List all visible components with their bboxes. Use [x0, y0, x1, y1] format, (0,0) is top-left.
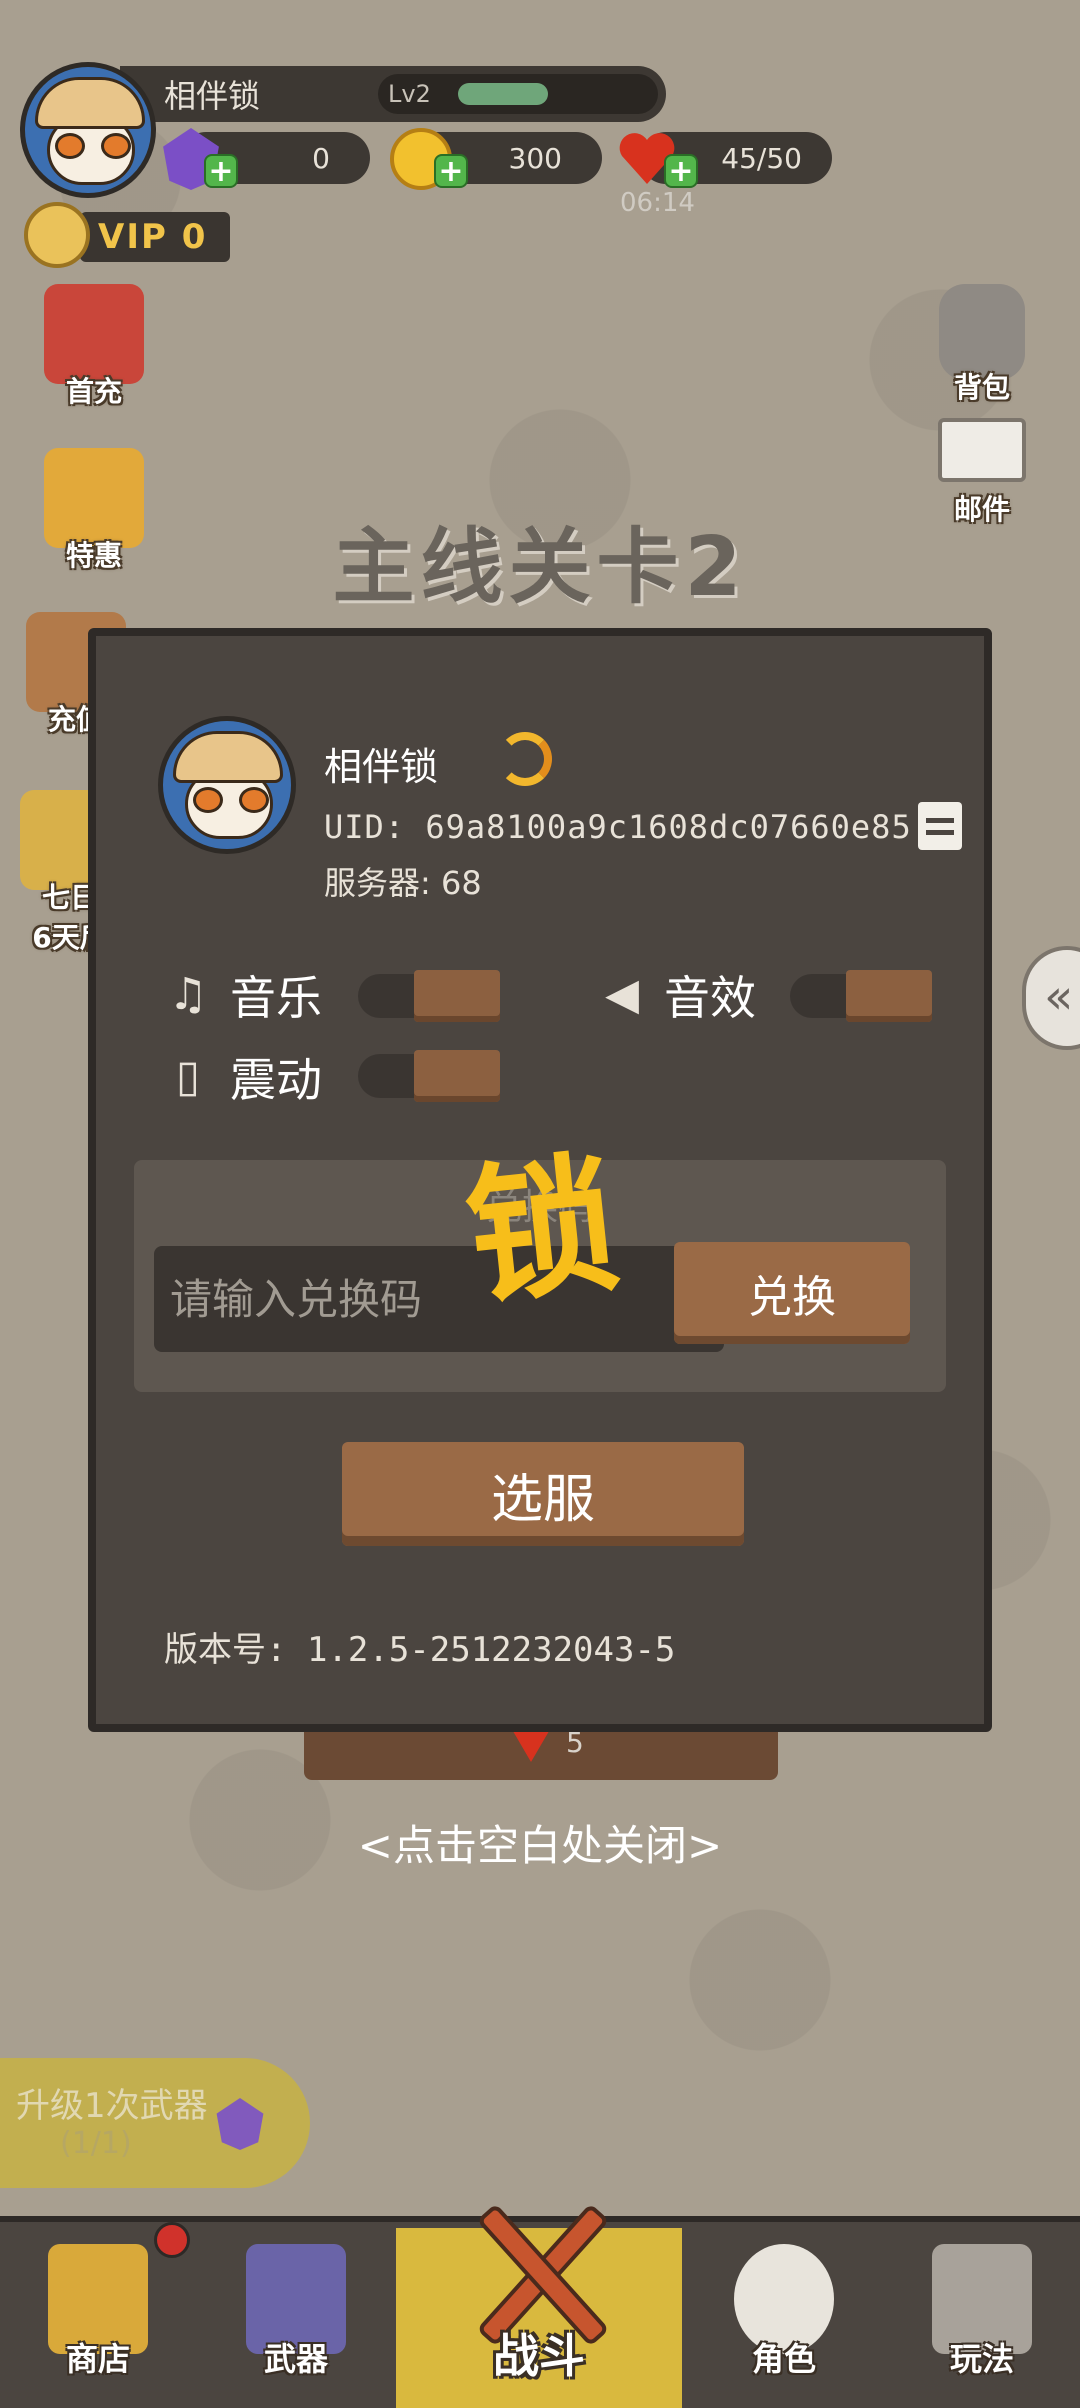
gift-icon: [44, 284, 144, 384]
add-coins-button[interactable]: +: [434, 154, 468, 188]
nav-battle-label[interactable]: 战斗: [396, 2320, 682, 2386]
sound-label: 音效: [664, 971, 756, 1025]
panel-avatar[interactable]: [158, 716, 296, 854]
player-name: 相伴锁: [164, 77, 261, 115]
redeem-button[interactable]: 兑换: [674, 1242, 910, 1344]
add-stamina-button[interactable]: +: [664, 154, 698, 188]
nav-weapon-label: 武器: [263, 2340, 328, 2378]
music-note-icon: ♫: [168, 969, 208, 1020]
nav-weapon[interactable]: 武器: [206, 2234, 386, 2408]
coin-count: 300: [508, 141, 562, 175]
nav-character-label: 角色: [751, 2340, 816, 2378]
crown-icon: [24, 202, 90, 268]
lock-watermark: 锁: [458, 1137, 627, 1327]
close-hint[interactable]: <点击空白处关闭>: [0, 1812, 1080, 1873]
nav-shop-label: 商店: [65, 2340, 130, 2378]
redeem-code-input[interactable]: [154, 1246, 724, 1352]
gem-count: 0: [312, 141, 330, 175]
vip-badge[interactable]: VIP 0: [24, 202, 230, 268]
upgrade-weapon-prompt[interactable]: 升级1次武器 (1/1): [0, 2058, 310, 2188]
upgrade-count: (1/1): [60, 2126, 132, 2161]
gem-icon: [216, 2098, 264, 2150]
server-text: 服务器: 68: [324, 864, 482, 902]
level-progress-bar: [458, 83, 548, 105]
player-name-pill[interactable]: 相伴锁 Lv2: [120, 66, 666, 122]
settings-panel: 相伴锁 UID: 69a8100a9c1608dc07660e85 服务器: 6…: [88, 628, 992, 1732]
nav-gameplay-label: 玩法: [949, 2340, 1014, 2378]
nav-character[interactable]: 角色: [694, 2234, 874, 2408]
notification-badge: [154, 2222, 190, 2258]
vibration-toggle[interactable]: [358, 1050, 500, 1102]
music-setting: ♫ 音乐: [162, 962, 322, 1028]
vip-label: VIP 0: [80, 212, 230, 262]
sound-toggle[interactable]: [790, 970, 932, 1022]
upgrade-text: 升级1次武器: [16, 2086, 208, 2126]
add-gems-button[interactable]: +: [204, 154, 238, 188]
panel-player-name: 相伴锁: [324, 745, 439, 789]
music-toggle[interactable]: [358, 970, 500, 1022]
uid-text: UID: 69a8100a9c1608dc07660e85: [324, 808, 912, 846]
vibration-icon: ▯: [175, 1051, 201, 1102]
vibration-label: 震动: [230, 1053, 322, 1107]
avatar-face-icon: [163, 721, 291, 849]
stamina-timer: 06:14: [620, 188, 695, 218]
player-avatar[interactable]: [20, 62, 156, 198]
vibration-setting: ▯ 震动: [162, 1044, 322, 1110]
nav-gameplay[interactable]: 玩法: [892, 2234, 1072, 2408]
speaker-icon: ◀: [605, 969, 639, 1020]
envelope-icon: [938, 418, 1026, 482]
chevron-left-icon: «: [1044, 969, 1074, 1025]
backpack-button[interactable]: 背包: [924, 284, 1040, 406]
level-pill: Lv2: [378, 74, 658, 114]
backpack-label: 背包: [953, 371, 1010, 404]
music-label: 音乐: [230, 971, 322, 1025]
first-recharge-label: 首充: [65, 375, 122, 408]
stamina-count: 45/50: [721, 141, 802, 175]
select-server-button[interactable]: 选服: [342, 1442, 744, 1546]
sound-setting: ◀ 音效: [596, 962, 756, 1028]
avatar-face-icon: [25, 67, 151, 193]
nav-shop[interactable]: 商店: [8, 2234, 188, 2408]
copy-icon[interactable]: [918, 802, 962, 850]
refresh-icon[interactable]: [498, 732, 552, 786]
first-recharge-button[interactable]: 首充: [34, 284, 154, 410]
version-text: 版本号: 1.2.5-2512232043-5: [164, 1630, 676, 1670]
level-text: Lv2: [388, 80, 431, 108]
stage-title: 主线关卡2: [332, 520, 748, 615]
